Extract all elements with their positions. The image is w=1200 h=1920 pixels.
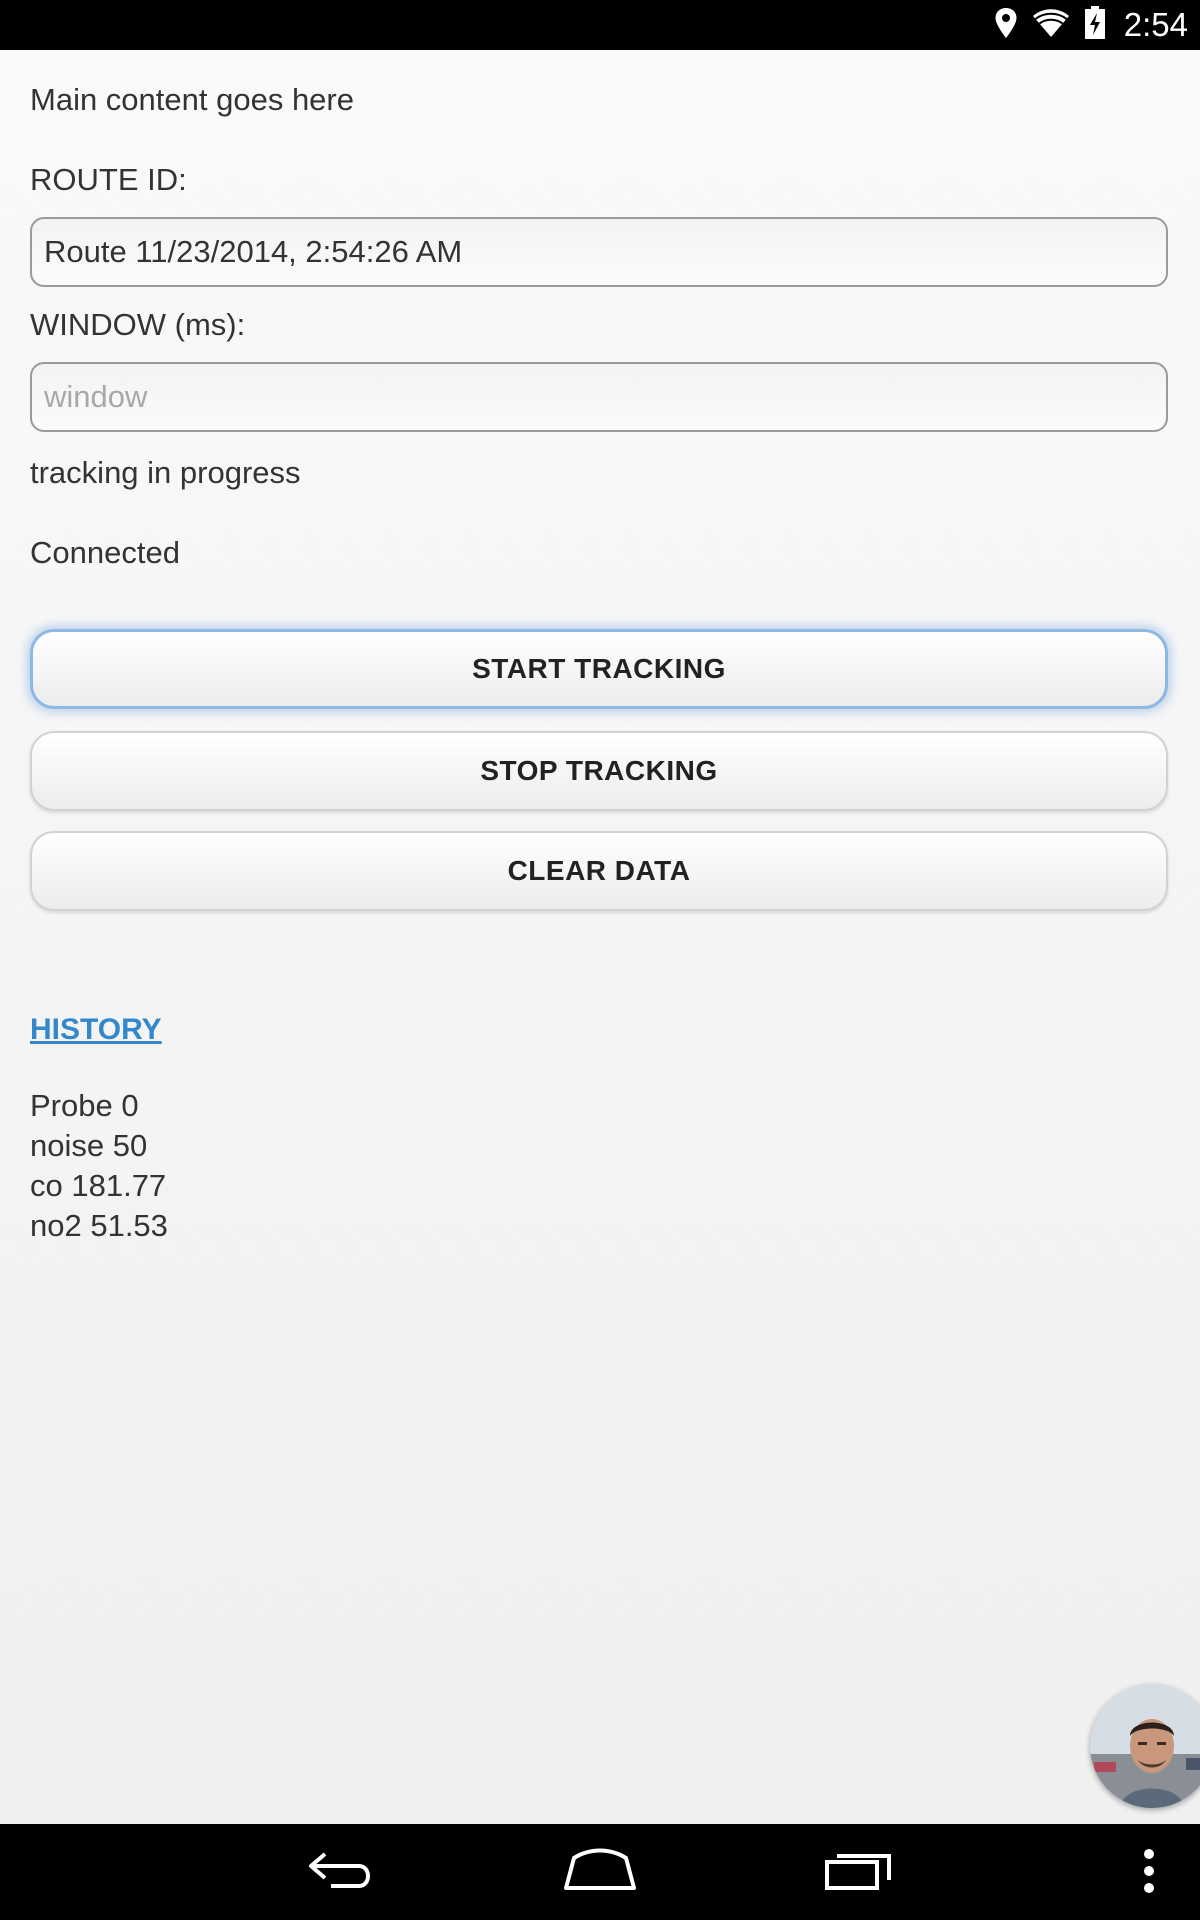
status-icons: 2:54 — [994, 0, 1188, 50]
route-id-input[interactable]: Route 11/23/2014, 2:54:26 AM — [30, 217, 1168, 287]
back-icon[interactable] — [307, 1846, 377, 1901]
battery-charging-icon — [1084, 5, 1106, 45]
window-input[interactable]: window — [30, 362, 1168, 432]
chat-head-avatar[interactable] — [1090, 1684, 1200, 1808]
recent-apps-icon[interactable] — [823, 1846, 893, 1901]
status-time: 2:54 — [1123, 6, 1188, 43]
clear-data-button[interactable]: CLEAR DATA — [30, 831, 1168, 911]
status-bar: 2:54 — [0, 0, 1200, 50]
stop-tracking-button[interactable]: STOP TRACKING — [30, 731, 1168, 811]
reading-noise: noise 50 — [30, 1128, 148, 1163]
connection-status: Connected — [30, 535, 180, 570]
overflow-menu-icon[interactable] — [1142, 1846, 1156, 1901]
home-icon[interactable] — [562, 1846, 638, 1901]
start-tracking-button[interactable]: START TRACKING — [30, 629, 1168, 709]
tracking-status: tracking in progress — [30, 455, 301, 490]
history-link[interactable]: HISTORY — [30, 1013, 162, 1047]
intro-text: Main content goes here — [30, 82, 354, 117]
window-label: WINDOW (ms): — [30, 307, 246, 342]
reading-no2: no2 51.53 — [30, 1208, 168, 1243]
navigation-bar — [0, 1824, 1200, 1920]
route-id-label: ROUTE ID: — [30, 162, 187, 197]
reading-co: co 181.77 — [30, 1168, 167, 1203]
reading-probe: Probe 0 — [30, 1088, 139, 1123]
wifi-icon — [1032, 8, 1070, 43]
location-icon — [994, 7, 1018, 44]
readings-list: Probe 0 noise 50 co 181.77 no2 51.53 — [30, 1086, 168, 1246]
